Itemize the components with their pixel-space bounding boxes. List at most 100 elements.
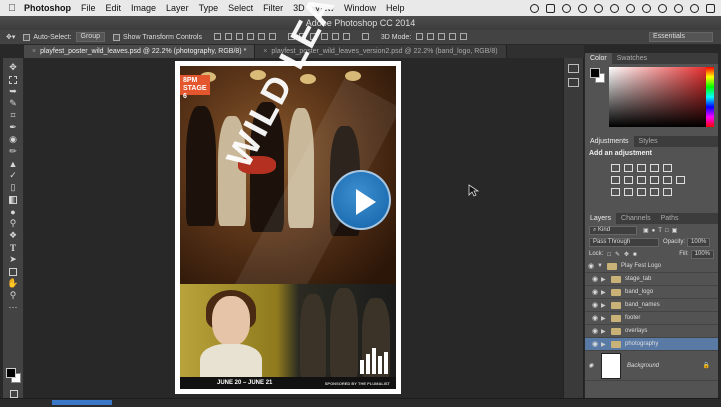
foreground-color-swatch[interactable] [590, 68, 600, 78]
visibility-eye-icon[interactable]: ◉ [589, 288, 601, 296]
align-right-icon[interactable] [268, 32, 276, 40]
marquee-tool-icon[interactable] [7, 74, 20, 85]
expand-down-icon[interactable]: ▼ [597, 263, 605, 269]
visibility-eye-icon[interactable]: ◉ [589, 340, 601, 348]
fill-input[interactable]: 100% [690, 249, 714, 259]
vibrance-icon[interactable] [663, 164, 672, 172]
menu-filter[interactable]: Filter [263, 3, 283, 13]
close-tab-icon[interactable]: × [263, 48, 267, 55]
layer-row[interactable]: ◉ ▶ band_names [585, 299, 718, 312]
clone-stamp-tool-icon[interactable]: ▲ [7, 158, 20, 169]
layer-row[interactable]: ◉ ▶ photography [585, 338, 718, 351]
layer-row[interactable]: ◉ ▶ overlays [585, 325, 718, 338]
expand-right-icon[interactable]: ▶ [601, 289, 609, 296]
creative-cloud-icon[interactable] [610, 3, 619, 13]
threshold-icon[interactable] [637, 188, 646, 196]
color-picker-field[interactable] [609, 67, 713, 127]
auto-select-checkbox[interactable] [23, 33, 31, 41]
apple-menu-icon[interactable]:  [6, 3, 18, 14]
visibility-eye-icon[interactable]: ◉ [585, 362, 597, 369]
align-middle-icon[interactable] [224, 32, 232, 40]
quick-select-tool-icon[interactable]: ✎ [7, 98, 20, 109]
eyedropper-tool-icon[interactable]: ✒ [7, 122, 20, 133]
close-tab-icon[interactable]: × [32, 48, 36, 55]
sync-icon[interactable] [530, 3, 539, 13]
black-white-icon[interactable] [637, 176, 646, 184]
move-tool-icon[interactable]: ✥ [7, 62, 20, 73]
align-bottom-icon[interactable] [235, 32, 243, 40]
expand-right-icon[interactable]: ▶ [601, 328, 609, 335]
search-icon[interactable] [690, 3, 699, 13]
hue-slider[interactable] [706, 67, 714, 127]
rotate-3d-icon[interactable] [416, 32, 424, 40]
menu-file[interactable]: File [81, 3, 96, 13]
align-left-icon[interactable] [246, 32, 254, 40]
blur-tool-icon[interactable]: ● [7, 206, 20, 217]
align-top-icon[interactable] [213, 32, 221, 40]
exposure-icon[interactable] [650, 164, 659, 172]
chat-icon[interactable] [626, 3, 635, 13]
group-select[interactable]: Group [75, 32, 105, 42]
color-lookup-icon[interactable] [676, 176, 685, 184]
tab-color[interactable]: Color [585, 53, 612, 64]
lasso-tool-icon[interactable]: ➥ [7, 86, 20, 97]
blend-mode-select[interactable]: Pass Through [589, 237, 659, 247]
visibility-eye-icon[interactable]: ◉ [589, 275, 601, 283]
invert-icon[interactable] [611, 188, 620, 196]
gradient-tool-icon[interactable] [7, 194, 20, 205]
roll-3d-icon[interactable] [427, 32, 435, 40]
pen-tool-icon[interactable]: ❖ [7, 230, 20, 241]
brush-tool-icon[interactable]: ✏ [7, 146, 20, 157]
healing-brush-tool-icon[interactable]: ◉ [7, 134, 20, 145]
layer-row[interactable]: ◉ ▼ Play Fest Logo [585, 260, 718, 273]
align-center-icon[interactable] [257, 32, 265, 40]
clock-icon[interactable] [674, 3, 683, 13]
gradient-map-icon[interactable] [663, 188, 672, 196]
volume-icon[interactable] [658, 3, 667, 13]
menu-help[interactable]: Help [386, 3, 405, 13]
posterize-icon[interactable] [624, 188, 633, 196]
wifi-icon[interactable] [642, 3, 651, 13]
opacity-input[interactable]: 100% [687, 237, 711, 247]
properties-panel-icon[interactable] [568, 78, 579, 87]
channel-mixer-icon[interactable] [663, 176, 672, 184]
hand-tool-icon[interactable]: ✋ [7, 278, 20, 289]
type-tool-icon[interactable]: T [7, 242, 20, 253]
rectangle-tool-icon[interactable] [7, 266, 20, 277]
hue-saturation-icon[interactable] [611, 176, 620, 184]
show-transform-checkbox[interactable] [113, 33, 120, 41]
eraser-tool-icon[interactable]: ▯ [7, 182, 20, 193]
scale-3d-icon[interactable] [460, 32, 468, 40]
layer-row[interactable]: ◉ ▶ band_logo [585, 286, 718, 299]
zoom-tool-icon[interactable]: ⚲ [7, 290, 20, 301]
menu-type[interactable]: Type [199, 3, 219, 13]
expand-right-icon[interactable]: ▶ [601, 315, 609, 322]
foreground-color-swatch[interactable] [6, 368, 16, 378]
history-brush-tool-icon[interactable]: ✓ [7, 170, 20, 181]
tab-styles[interactable]: Styles [634, 136, 663, 147]
curves-icon[interactable] [637, 164, 646, 172]
layer-row[interactable]: ◉ ▶ footer [585, 312, 718, 325]
filter-icons[interactable]: ▣●T□▣ [643, 227, 680, 234]
tab-paths[interactable]: Paths [656, 213, 684, 224]
photo-filter-icon[interactable] [650, 176, 659, 184]
history-panel-icon[interactable] [568, 64, 579, 73]
expand-right-icon[interactable]: ▶ [601, 302, 609, 309]
tab-channels[interactable]: Channels [616, 213, 656, 224]
menu-layer[interactable]: Layer [166, 3, 189, 13]
video-play-button[interactable] [331, 170, 391, 230]
auto-align-icon[interactable] [361, 32, 369, 40]
upload-icon[interactable] [578, 3, 587, 13]
notification-icon[interactable] [562, 3, 571, 13]
visibility-eye-icon[interactable]: ◉ [589, 301, 601, 309]
tab-layers[interactable]: Layers [585, 213, 617, 224]
path-select-tool-icon[interactable]: ➤ [7, 254, 20, 265]
menu-image[interactable]: Image [131, 3, 156, 13]
tab-adjustments[interactable]: Adjustments [585, 136, 634, 147]
selective-color-icon[interactable] [650, 188, 659, 196]
tab-swatches[interactable]: Swatches [612, 53, 652, 64]
move-tool-icon[interactable]: ✥▾ [6, 33, 15, 41]
edit-toolbar-icon[interactable]: ⋯ [7, 302, 20, 313]
dodge-tool-icon[interactable]: ⚲ [7, 218, 20, 229]
crop-tool-icon[interactable]: ⌗ [7, 110, 20, 121]
